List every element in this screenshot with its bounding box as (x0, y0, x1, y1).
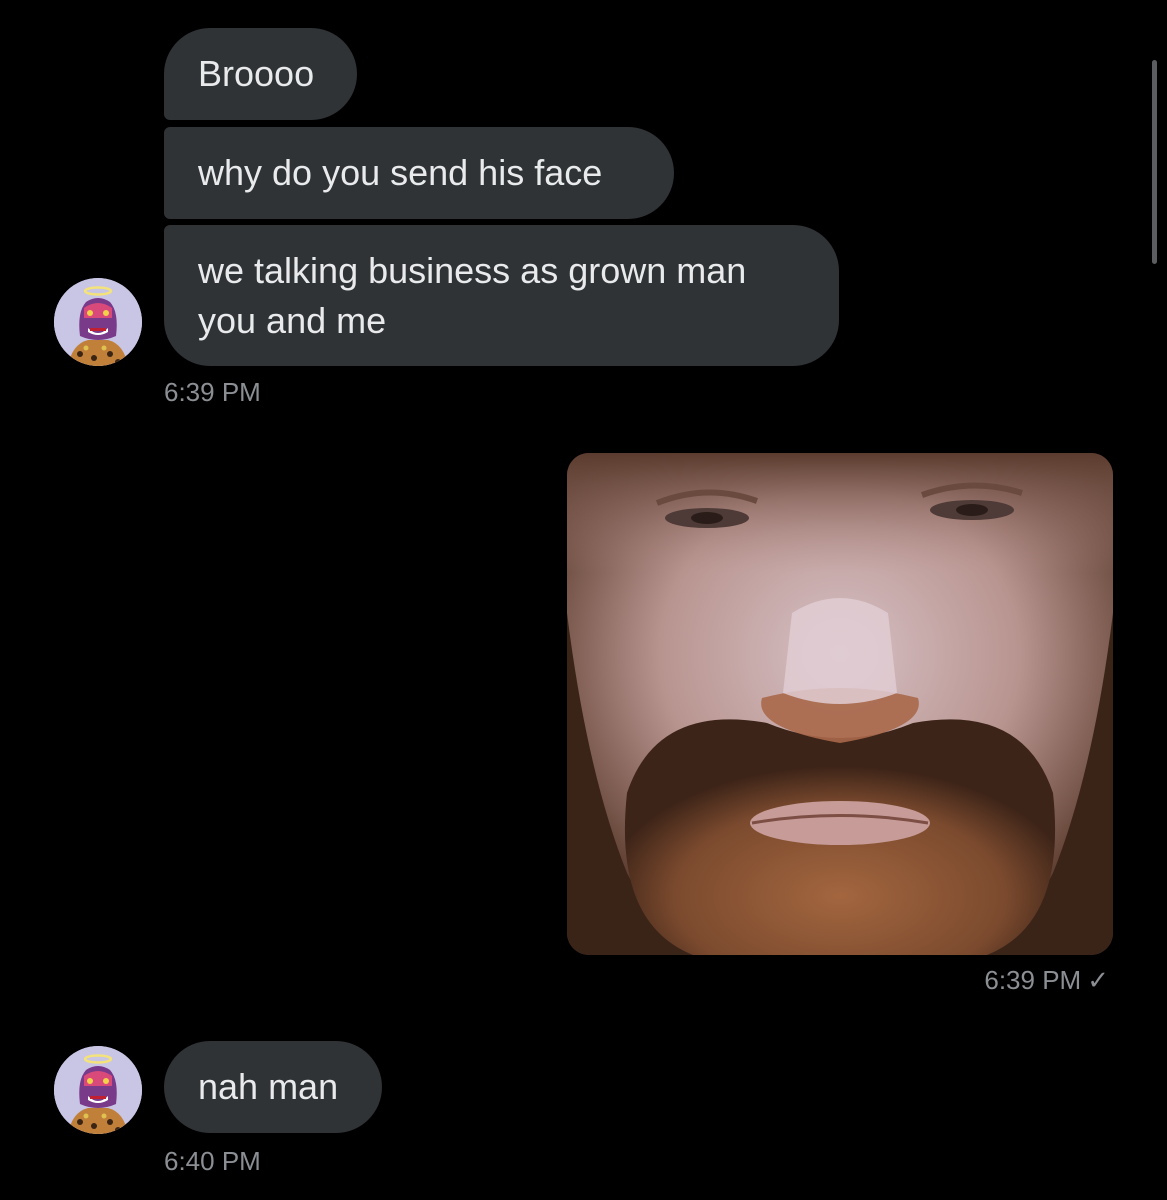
received-message-bubble[interactable]: nah man (164, 1041, 382, 1133)
message-timestamp: 6:40 PM (164, 1146, 261, 1176)
sent-photo-message[interactable] (567, 453, 1113, 955)
message-timestamp: 6:39 PM ✓ (984, 965, 1109, 996)
received-message-bubble[interactable]: we talking business as grown man you and… (164, 225, 839, 366)
sent-check-icon: ✓ (1087, 965, 1109, 995)
ape-avatar-icon (54, 278, 142, 366)
ape-avatar-icon (54, 1046, 142, 1134)
received-message-bubble[interactable]: Broooo (164, 28, 357, 120)
face-photo-image (567, 453, 1113, 955)
message-text: nah man (198, 1066, 339, 1107)
message-text: we talking business as grown man you and… (198, 250, 747, 341)
timestamp-text: 6:39 PM (984, 965, 1082, 995)
message-timestamp: 6:39 PM (164, 377, 261, 407)
sender-avatar[interactable] (54, 1046, 142, 1134)
message-text: why do you send his face (198, 152, 603, 193)
received-message-bubble[interactable]: why do you send his face (164, 127, 674, 219)
scrollbar[interactable] (1152, 60, 1157, 264)
message-text: Broooo (198, 53, 315, 94)
sender-avatar[interactable] (54, 278, 142, 366)
